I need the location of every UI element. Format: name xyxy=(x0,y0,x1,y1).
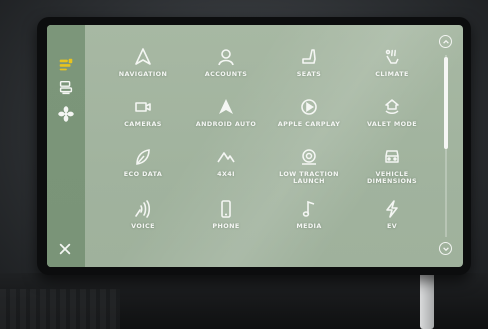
app-label: LOW TRACTION LAUNCH xyxy=(279,170,339,186)
app-label: EV xyxy=(386,222,398,230)
air-vent xyxy=(0,289,120,329)
vehicle-dimensions-icon xyxy=(385,150,399,163)
lightning-icon xyxy=(386,200,398,218)
navigation-arrow-icon xyxy=(135,48,151,65)
app-tile-4x4i[interactable]: 4X4I xyxy=(184,145,268,195)
app-label: CLIMATE xyxy=(375,70,409,78)
app-label: PHONE xyxy=(212,222,240,230)
app-label: SEATS xyxy=(296,70,322,78)
fan-icon[interactable] xyxy=(56,105,76,123)
music-note-icon xyxy=(302,200,315,217)
carplay-icon xyxy=(301,99,317,115)
seat-settings-icon[interactable] xyxy=(56,79,76,97)
app-tile-apple-carplay[interactable]: APPLE CARPLAY xyxy=(267,95,351,145)
app-label: MEDIA xyxy=(296,222,322,230)
app-tile-navigation[interactable]: NAVIGATION xyxy=(101,45,185,95)
app-tile-android-auto[interactable]: ANDROID AUTO xyxy=(184,95,268,145)
user-account-icon xyxy=(218,49,234,66)
sidebar xyxy=(47,25,85,267)
app-tile-cameras[interactable]: CAMERAS xyxy=(101,95,185,145)
app-label: APPLE CARPLAY xyxy=(277,120,341,128)
scrollbar[interactable] xyxy=(439,35,453,257)
app-tile-climate[interactable]: CLIMATE xyxy=(350,45,434,95)
android-auto-icon xyxy=(219,99,233,114)
app-label: VEHICLE DIMENSIONS xyxy=(366,170,418,186)
app-tile-media[interactable]: MEDIA xyxy=(267,197,351,247)
mountain-icon xyxy=(217,152,235,163)
app-tile-accounts[interactable]: ACCOUNTS xyxy=(184,45,268,95)
car-seat-heat-icon[interactable] xyxy=(56,56,76,74)
app-tile-voice[interactable]: VOICE xyxy=(101,197,185,247)
app-tile-ev[interactable]: EV xyxy=(350,197,434,247)
app-grid: NAVIGATION ACCOUNTS SEATS CLIMATE CAMERA… xyxy=(101,45,433,255)
app-label: CAMERAS xyxy=(124,120,162,128)
climate-icon xyxy=(385,49,399,64)
traction-icon xyxy=(302,149,316,165)
scroll-thumb[interactable] xyxy=(444,57,448,149)
leaf-icon xyxy=(136,149,150,165)
app-tile-seats[interactable]: SEATS xyxy=(267,45,351,95)
camera-icon xyxy=(135,102,151,112)
infotainment-screen: NAVIGATION ACCOUNTS SEATS CLIMATE CAMERA… xyxy=(47,25,463,267)
valet-mode-icon xyxy=(385,99,399,114)
app-label: VOICE xyxy=(131,222,155,230)
app-tile-phone[interactable]: PHONE xyxy=(184,197,268,247)
app-label: NAVIGATION xyxy=(118,70,168,78)
app-label: ANDROID AUTO xyxy=(195,120,257,128)
app-tile-eco-data[interactable]: ECO DATA xyxy=(101,145,185,195)
app-label: ACCOUNTS xyxy=(204,70,248,78)
close-icon[interactable] xyxy=(57,241,73,257)
voice-icon xyxy=(135,200,151,218)
app-label: ECO DATA xyxy=(123,170,163,178)
chevron-down-icon[interactable] xyxy=(439,242,452,255)
chevron-up-icon[interactable] xyxy=(439,35,452,48)
app-label: VALET MODE xyxy=(367,120,417,128)
seat-icon xyxy=(302,49,316,64)
app-tile-vehicle-dimensions[interactable]: VEHICLE DIMENSIONS xyxy=(350,145,434,195)
phone-icon xyxy=(221,200,231,218)
app-tile-valet-mode[interactable]: VALET MODE xyxy=(350,95,434,145)
app-tile-low-traction-launch[interactable]: LOW TRACTION LAUNCH xyxy=(267,145,351,195)
app-label: 4X4I xyxy=(217,170,235,178)
